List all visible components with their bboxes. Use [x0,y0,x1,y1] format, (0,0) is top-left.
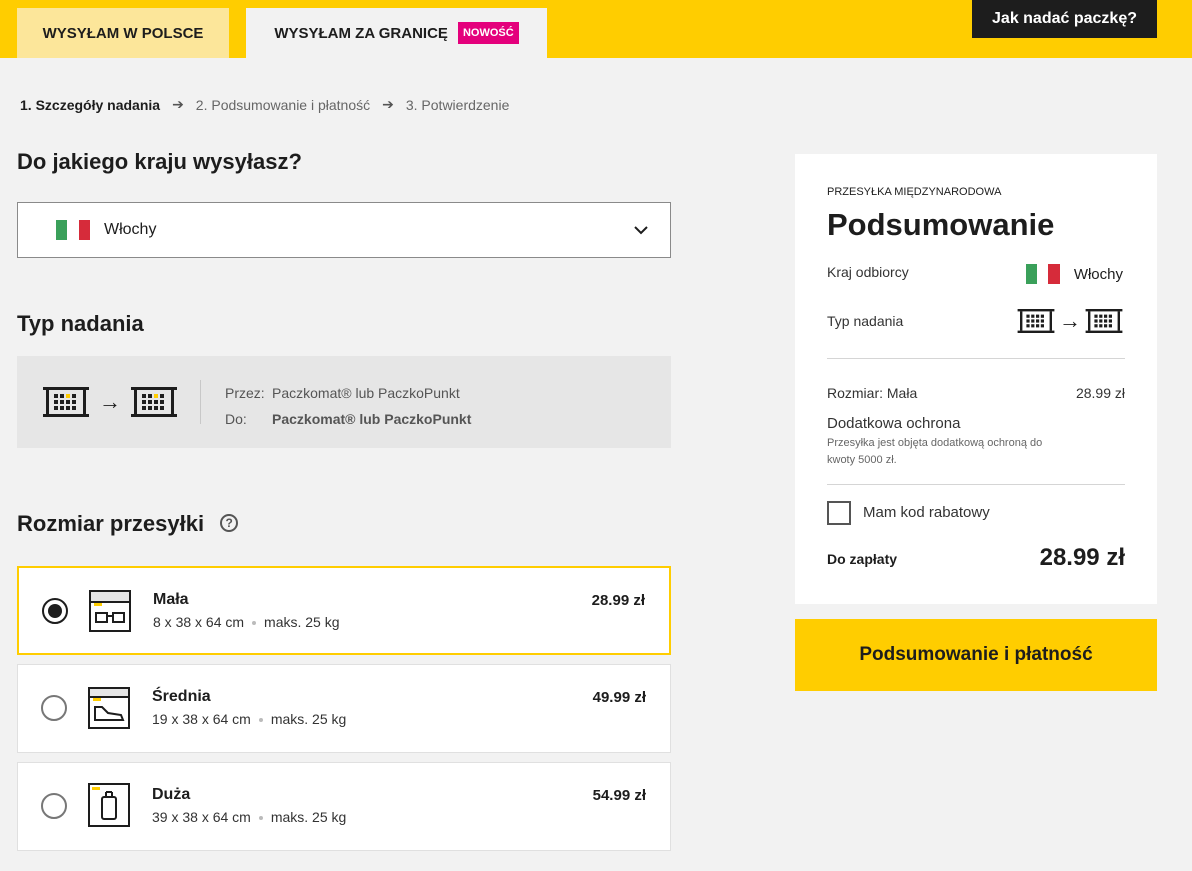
country-select[interactable]: Włochy [17,202,671,258]
size-option-medium[interactable]: Średnia 19 x 38 x 64 cm maks. 25 kg 49.99… [17,664,671,753]
top-bar: WYSYŁAM W POLSCE WYSYŁAM ZA GRANICĘ NOWO… [0,0,1192,58]
how-to-send-button[interactable]: Jak nadać paczkę? [972,0,1157,38]
arrow-right-icon: ➔ [172,96,184,112]
arrow-right-icon: ➔ [382,96,394,112]
summary-size-label: Rozmiar: Mała [827,385,918,401]
discount-checkbox[interactable] [827,501,851,525]
tab-abroad[interactable]: WYSYŁAM ZA GRANICĘ NOWOŚĆ [246,8,547,58]
glasses-box-icon [89,590,131,632]
breadcrumb: 1. Szczegóły nadania ➔ 2. Podsumowanie i… [20,96,509,113]
to-pay-value: 28.99 zł [1039,544,1125,571]
shipping-type-label: Typ nadania [827,313,904,329]
parcel-locker-icon [1017,309,1055,333]
summary-panel: PRZESYŁKA MIĘDZYNARODOWA Podsumowanie Kr… [795,154,1157,604]
arrow-right-icon: → [99,389,121,414]
step-confirmation: 3. Potwierdzenie [405,96,510,113]
italy-flag-icon [56,220,90,240]
summary-kicker: PRZESYŁKA MIĘDZYNARODOWA [827,186,1002,198]
to-pay-label: Do zapłaty [827,551,898,567]
arrow-right-icon: → [1059,308,1081,333]
suitcase-box-icon [88,783,130,827]
extra-protection-desc: Przesyłka jest objęta dodatkową ochroną … [827,437,1043,466]
size-option-large[interactable]: Duża 39 x 38 x 64 cm maks. 25 kg 54.99 zł [17,762,671,851]
selected-country: Włochy [104,221,157,238]
size-price: 49.99 zł [592,689,646,706]
parcel-locker-icon [43,387,89,417]
discount-label[interactable]: Mam kod rabatowy [863,504,990,521]
chevron-down-icon [634,226,648,235]
size-heading: Rozmiar przesyłki ? [17,511,239,537]
size-dims: 8 x 38 x 64 cm maks. 25 kg [153,614,340,630]
tab-domestic[interactable]: WYSYŁAM W POLSCE [17,8,229,58]
size-name: Średnia [152,688,211,705]
size-price: 54.99 zł [592,787,646,804]
shoe-box-icon [88,687,130,729]
type-heading: Typ nadania [17,311,144,336]
size-price: 28.99 zł [591,592,645,609]
parcel-locker-icon [131,387,177,417]
step-details: 1. Szczegóły nadania [20,96,161,113]
parcel-locker-icon [1085,309,1123,333]
dot-separator [252,621,257,626]
from-label: Przez: [225,385,265,401]
from-value: Paczkomat® lub PaczkoPunkt [272,385,460,401]
size-option-small[interactable]: Mała 8 x 38 x 64 cm maks. 25 kg 28.99 zł [17,566,671,655]
tab-domestic-label: WYSYŁAM W POLSCE [42,24,204,42]
country-heading: Do jakiego kraju wysyłasz? [17,149,302,174]
shipping-type-box: → Przez: Paczkomat® lub PaczkoPunkt Do: … [17,356,671,448]
radio-large[interactable] [41,793,67,819]
size-weight: maks. 25 kg [270,809,347,825]
summary-title: Podsumowanie [827,207,1055,242]
size-dimensions: 19 x 38 x 64 cm [152,711,251,727]
size-name: Duża [152,786,191,803]
summary-size-price: 28.99 zł [1075,385,1125,401]
summary-payment-button[interactable]: Podsumowanie i płatność [795,619,1157,691]
italy-flag-icon [1025,264,1060,284]
size-dims: 19 x 38 x 64 cm maks. 25 kg [152,711,346,727]
shipping-type-details: Przez: Paczkomat® lub PaczkoPunkt Do: Pa… [225,380,471,432]
radio-small[interactable] [42,598,68,624]
recipient-country-value: Włochy [1073,265,1123,283]
new-badge: NOWOŚĆ [457,22,519,44]
recipient-country-label: Kraj odbiorcy [827,264,909,280]
recipient-country: Włochy [1025,264,1123,284]
size-dimensions: 8 x 38 x 64 cm [153,614,245,630]
extra-protection-title: Dodatkowa ochrona [827,415,961,432]
shipping-type-icons: → [1017,308,1123,334]
radio-medium[interactable] [41,695,67,721]
size-dims: 39 x 38 x 64 cm maks. 25 kg [152,809,346,825]
help-icon[interactable]: ? [220,514,239,533]
to-value: Paczkomat® lub PaczkoPunkt [272,411,472,427]
size-name: Mała [153,591,189,608]
dot-separator [258,816,263,821]
divider [827,484,1125,485]
size-heading-text: Rozmiar przesyłki [17,511,205,536]
tab-abroad-label: WYSYŁAM ZA GRANICĘ [274,24,448,42]
size-weight: maks. 25 kg [264,614,340,630]
size-dimensions: 39 x 38 x 64 cm [152,809,251,825]
to-label: Do: [225,411,247,427]
step-summary: 2. Podsumowanie i płatność [195,96,371,113]
dot-separator [258,718,263,723]
divider [200,380,201,424]
divider [827,358,1125,359]
size-weight: maks. 25 kg [270,711,347,727]
